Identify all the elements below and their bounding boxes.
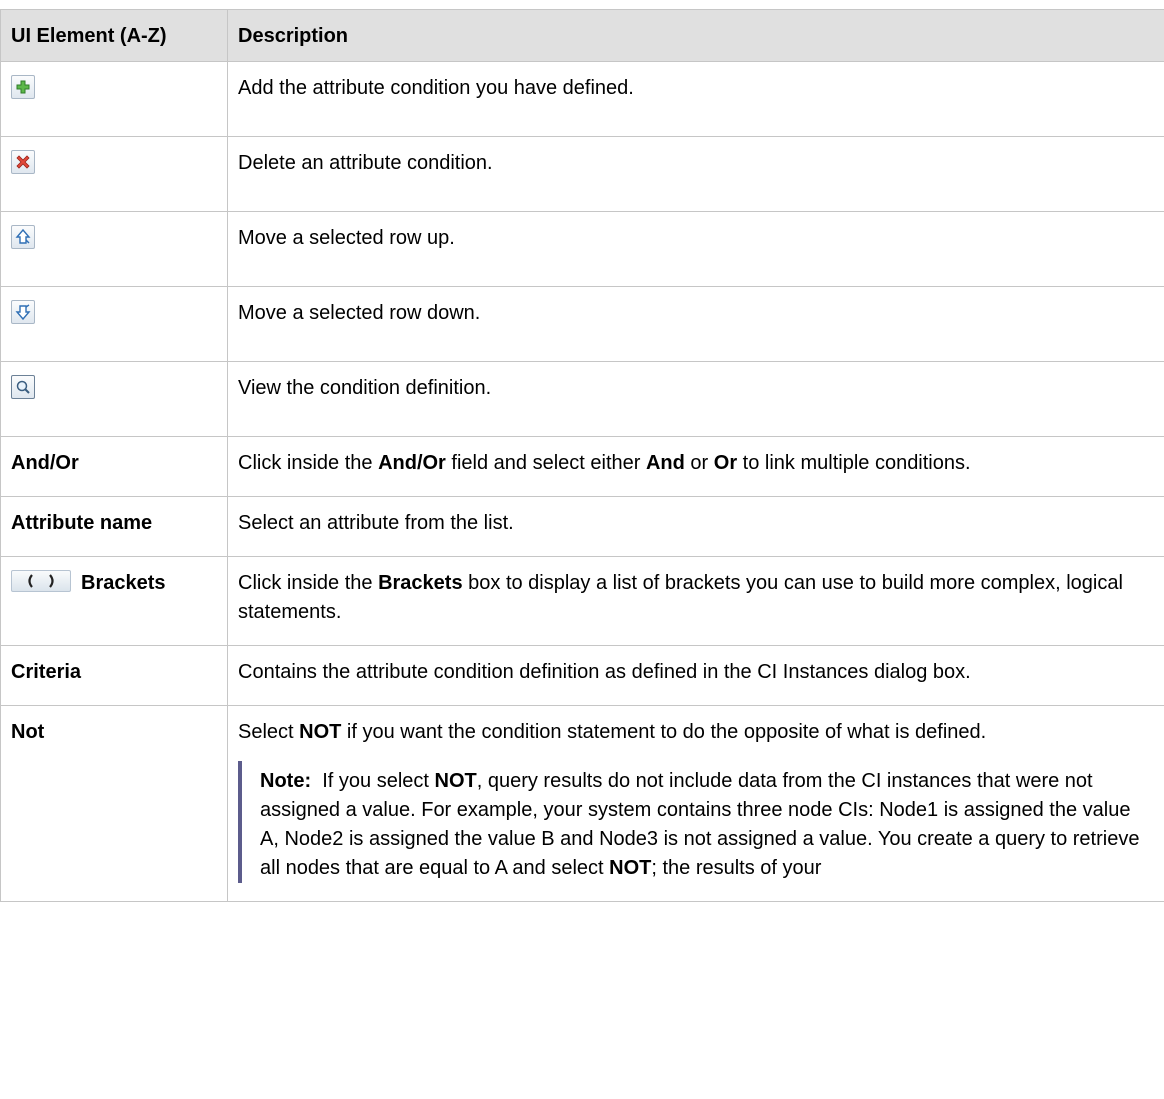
element-cell: Criteria <box>0 645 228 706</box>
element-cell <box>0 136 228 212</box>
header-description: Description <box>227 9 1164 62</box>
delete-icon <box>11 149 35 174</box>
table-row: Brackets Click inside the Brackets box t… <box>0 556 1164 646</box>
move-down-icon <box>11 299 35 324</box>
element-cell: Not <box>0 705 228 902</box>
description-cell: Click inside the And/Or field and select… <box>227 436 1164 497</box>
table-row: Move a selected row up. <box>0 211 1164 287</box>
description-cell: Select an attribute from the list. <box>227 496 1164 557</box>
element-cell: Attribute name <box>0 496 228 557</box>
description-cell: Contains the attribute condition definit… <box>227 645 1164 706</box>
description-cell: Move a selected row up. <box>227 211 1164 287</box>
table-row: Attribute name Select an attribute from … <box>0 496 1164 557</box>
element-cell <box>0 211 228 287</box>
note-box: Note: If you select NOT, query results d… <box>238 761 1157 883</box>
element-cell: Brackets <box>0 556 228 646</box>
description-cell: View the condition definition. <box>227 361 1164 437</box>
description-cell: Add the attribute condition you have def… <box>227 61 1164 137</box>
not-description: Select NOT if you want the condition sta… <box>238 721 987 743</box>
table-header-row: UI Element (A-Z) Description <box>0 9 1164 62</box>
view-icon <box>11 374 35 399</box>
description-cell: Select NOT if you want the condition sta… <box>227 705 1164 902</box>
element-cell <box>0 61 228 137</box>
table-row: View the condition definition. <box>0 361 1164 437</box>
description-cell: Click inside the Brackets box to display… <box>227 556 1164 646</box>
table-row: And/Or Click inside the And/Or field and… <box>0 436 1164 497</box>
table-row: Criteria Contains the attribute conditio… <box>0 645 1164 706</box>
note-label: Note: <box>260 770 312 792</box>
table-row: Move a selected row down. <box>0 286 1164 362</box>
table-row: Not Select NOT if you want the condition… <box>0 705 1164 902</box>
element-cell <box>0 286 228 362</box>
table-row: Add the attribute condition you have def… <box>0 61 1164 137</box>
header-ui-element: UI Element (A-Z) <box>0 9 228 62</box>
add-icon <box>11 74 35 99</box>
element-cell: And/Or <box>0 436 228 497</box>
element-cell <box>0 361 228 437</box>
brackets-label: Brackets <box>81 572 166 594</box>
table-row: Delete an attribute condition. <box>0 136 1164 212</box>
description-cell: Delete an attribute condition. <box>227 136 1164 212</box>
move-up-icon <box>11 224 35 249</box>
description-cell: Move a selected row down. <box>227 286 1164 362</box>
brackets-icon <box>11 569 71 592</box>
ui-elements-table: UI Element (A-Z) Description Add the att… <box>0 9 1164 902</box>
